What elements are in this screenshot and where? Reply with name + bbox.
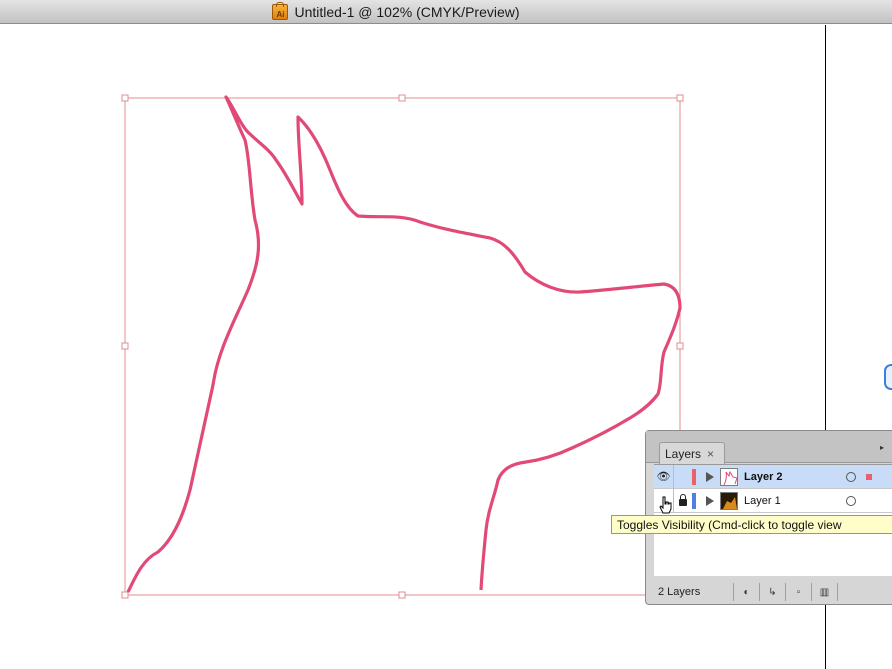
handle-top-left[interactable] bbox=[121, 94, 129, 102]
handle-bottom-left[interactable] bbox=[121, 591, 129, 599]
lock-toggle[interactable] bbox=[674, 465, 692, 489]
make-clipping-mask-icon[interactable]: ◐ bbox=[734, 583, 760, 601]
new-layer-icon[interactable]: ▫ bbox=[786, 583, 812, 601]
tab-layers[interactable]: Layers × bbox=[659, 442, 725, 464]
expand-triangle-icon[interactable] bbox=[706, 471, 714, 482]
hand-pointer-cursor-icon bbox=[659, 496, 672, 514]
handle-top-center[interactable] bbox=[398, 94, 406, 102]
layer-count: 2 Layers bbox=[654, 583, 734, 601]
panel-menu-icon[interactable]: ▸ bbox=[880, 443, 888, 452]
tab-layers-label: Layers bbox=[665, 446, 702, 461]
layers-panel-footer: 2 Layers ◐ ↳ ▫ ▥ bbox=[654, 582, 892, 602]
layer-color-chip bbox=[692, 468, 696, 485]
layer-color-chip bbox=[692, 492, 696, 509]
bounding-box-handles[interactable] bbox=[121, 94, 684, 599]
layer-row-layer-2[interactable]: 👁 Layer 2 bbox=[654, 464, 892, 489]
layer-name[interactable]: Layer 2 bbox=[744, 471, 842, 483]
handle-middle-left[interactable] bbox=[121, 342, 129, 350]
tooltip-text: Toggles Visibility (Cmd-click to toggle … bbox=[617, 518, 842, 532]
tooltip: Toggles Visibility (Cmd-click to toggle … bbox=[611, 515, 892, 534]
lock-icon bbox=[679, 494, 687, 506]
layer-thumbnail bbox=[720, 467, 738, 486]
layer-row-layer-1[interactable]: Layer 1 bbox=[654, 488, 892, 513]
selection-indicator-icon[interactable] bbox=[866, 473, 872, 480]
target-circle-icon[interactable] bbox=[846, 471, 856, 482]
eye-icon: 👁 bbox=[656, 471, 671, 483]
handle-middle-right[interactable] bbox=[676, 342, 684, 350]
handle-bottom-center[interactable] bbox=[398, 591, 406, 599]
layers-panel-tabbar: Layers × ▸ bbox=[646, 431, 892, 464]
bounding-box[interactable] bbox=[124, 97, 681, 596]
lock-toggle[interactable] bbox=[674, 489, 692, 513]
dog-silhouette-path[interactable] bbox=[126, 95, 682, 593]
layer-thumbnail bbox=[720, 491, 738, 510]
layer-name[interactable]: Layer 1 bbox=[744, 495, 842, 507]
expand-triangle-icon[interactable] bbox=[706, 495, 714, 506]
handle-top-right[interactable] bbox=[676, 94, 684, 102]
trash-icon[interactable]: ▥ bbox=[812, 583, 838, 601]
visibility-toggle[interactable]: 👁 bbox=[654, 464, 674, 489]
target-circle-icon[interactable] bbox=[846, 495, 856, 506]
close-icon[interactable]: × bbox=[707, 447, 714, 461]
create-sublayer-icon[interactable]: ↳ bbox=[760, 583, 786, 601]
